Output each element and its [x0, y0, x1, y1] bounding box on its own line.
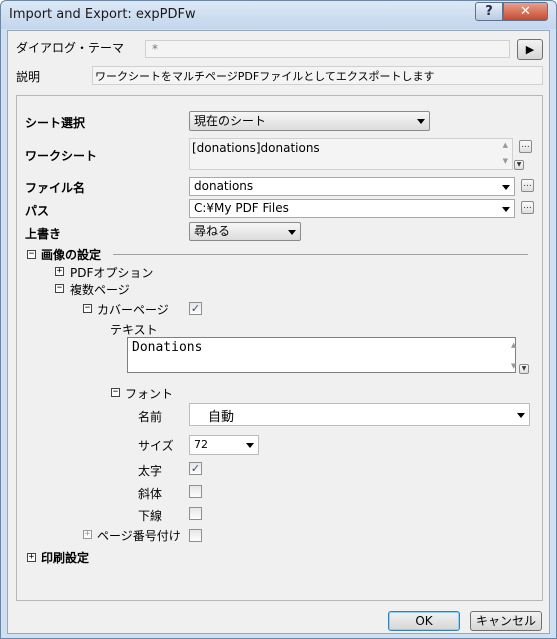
worksheet-dropdown-button[interactable]: ▼ — [514, 160, 524, 170]
underline-label: 下線 — [138, 509, 163, 523]
page-number-label: ページ番号付け — [97, 529, 181, 543]
window-title: Import and Export: expPDFw — [9, 7, 196, 22]
page-number-checkbox[interactable] — [189, 529, 202, 542]
worksheet-browse-button[interactable]: ... — [519, 140, 532, 153]
font-size-dropdown[interactable]: 72 — [189, 435, 259, 455]
theme-value: * — [152, 42, 158, 56]
chevron-down-icon — [417, 119, 425, 124]
expand-icon: + — [28, 552, 35, 562]
chevron-down-icon — [517, 412, 525, 418]
description-field: ワークシートをマルチページPDFファイルとしてエクスポートします — [92, 66, 543, 85]
font-size-value: 72 — [194, 438, 208, 451]
cover-text-value: Donations — [132, 340, 203, 355]
font-label: フォント — [125, 387, 174, 401]
check-icon: ✓ — [190, 302, 201, 315]
page-number-expander[interactable]: + — [83, 530, 92, 539]
multi-page-label: 複数ページ — [70, 283, 130, 297]
bold-checkbox[interactable]: ✓ — [189, 462, 202, 475]
theme-menu-button[interactable]: ▶ — [517, 39, 543, 60]
cover-page-expander[interactable]: − — [83, 304, 92, 313]
cancel-label: キャンセル — [475, 614, 536, 628]
description-text: ワークシートをマルチページPDFファイルとしてエクスポートします — [95, 70, 435, 83]
scroll-down-icon[interactable]: ▼ — [511, 362, 516, 370]
italic-label: 斜体 — [138, 487, 163, 501]
cover-text-input[interactable]: Donations — [127, 337, 516, 373]
font-name-value: 自動 — [208, 410, 235, 425]
settings-panel: シート選択 現在のシート ワークシート [donations]donations… — [16, 95, 543, 601]
chevron-down-icon[interactable] — [502, 206, 510, 212]
pdf-options-label: PDFオプション — [70, 266, 154, 280]
overwrite-label: 上書き — [25, 227, 62, 241]
expand-icon: + — [84, 529, 91, 539]
dialog-client: ダイアログ・テーマ * ▶ 説明 ワークシートをマルチページPDFファイルとして… — [7, 30, 550, 634]
sheet-select-dropdown[interactable]: 現在のシート — [189, 111, 430, 131]
title-bar[interactable]: Import and Export: expPDFw ? ✕ — [1, 1, 556, 29]
bold-label: 太字 — [138, 464, 163, 478]
collapse-icon: − — [28, 249, 35, 259]
print-settings-label: 印刷設定 — [41, 551, 90, 565]
ok-button[interactable]: OK — [388, 611, 460, 631]
close-button[interactable]: ✕ — [503, 2, 548, 21]
filename-value: donations — [194, 179, 254, 193]
cancel-button[interactable]: キャンセル — [470, 611, 542, 631]
path-value: C:¥My PDF Files — [194, 201, 289, 215]
dialog-window: Import and Export: expPDFw ? ✕ ダイアログ・テーマ… — [0, 0, 557, 639]
cover-page-label: カバーページ — [97, 303, 169, 317]
cover-text-dropdown-button[interactable]: ▼ — [519, 364, 529, 374]
chevron-down-icon: ▼ — [516, 161, 522, 168]
font-size-label: サイズ — [138, 439, 174, 453]
font-expander[interactable]: − — [111, 388, 120, 397]
worksheet-field[interactable]: [donations]donations ▲ ▼ — [189, 138, 513, 170]
scroll-down-icon[interactable]: ▼ — [503, 157, 508, 165]
chevron-down-icon — [288, 229, 296, 235]
image-settings-label: 画像の設定 — [41, 248, 102, 262]
close-icon: ✕ — [520, 4, 531, 19]
overwrite-value: 尋ねる — [194, 224, 231, 238]
chevron-down-icon: ▼ — [521, 365, 527, 372]
check-icon: ✓ — [190, 462, 201, 475]
expand-icon: + — [56, 266, 63, 276]
print-settings-expander[interactable]: + — [27, 553, 36, 562]
path-browse-button[interactable]: ... — [521, 201, 534, 214]
scroll-up-icon[interactable]: ▲ — [503, 141, 508, 149]
filename-input[interactable]: donations — [189, 177, 515, 196]
overwrite-dropdown[interactable]: 尋ねる — [189, 222, 301, 241]
theme-field[interactable]: * — [145, 40, 510, 58]
italic-checkbox[interactable] — [189, 485, 202, 498]
cover-page-checkbox[interactable]: ✓ — [189, 302, 202, 315]
pdf-options-expander[interactable]: + — [55, 267, 64, 276]
scroll-up-icon[interactable]: ▲ — [511, 341, 516, 349]
chevron-down-icon[interactable] — [502, 184, 510, 190]
worksheet-value: [donations]donations — [192, 141, 320, 155]
worksheet-label: ワークシート — [25, 149, 98, 163]
path-input[interactable]: C:¥My PDF Files — [189, 199, 515, 218]
path-label: パス — [25, 204, 50, 218]
filename-browse-button[interactable]: ... — [521, 179, 534, 192]
filename-label: ファイル名 — [25, 181, 86, 195]
section-divider — [113, 254, 528, 255]
ellipsis-icon: ... — [523, 179, 532, 189]
theme-label: ダイアログ・テーマ — [16, 41, 125, 55]
ok-label: OK — [415, 614, 433, 628]
sheet-select-value: 現在のシート — [194, 114, 267, 128]
multi-page-expander[interactable]: − — [55, 284, 64, 293]
arrow-right-icon: ▶ — [525, 43, 535, 56]
image-settings-expander[interactable]: − — [27, 250, 36, 259]
help-icon: ? — [485, 4, 493, 19]
collapse-icon: − — [84, 303, 91, 313]
font-name-label: 名前 — [138, 410, 163, 424]
description-label: 説明 — [16, 70, 41, 84]
ellipsis-icon: ... — [523, 201, 532, 211]
sheet-select-label: シート選択 — [25, 116, 86, 130]
collapse-icon: − — [56, 283, 63, 293]
collapse-icon: − — [112, 387, 119, 397]
underline-checkbox[interactable] — [189, 507, 202, 520]
cover-text-label: テキスト — [110, 323, 158, 337]
ellipsis-icon: ... — [521, 140, 530, 150]
help-button[interactable]: ? — [475, 2, 503, 21]
font-name-dropdown[interactable]: 自動 — [189, 403, 530, 426]
chevron-down-icon — [246, 443, 254, 448]
